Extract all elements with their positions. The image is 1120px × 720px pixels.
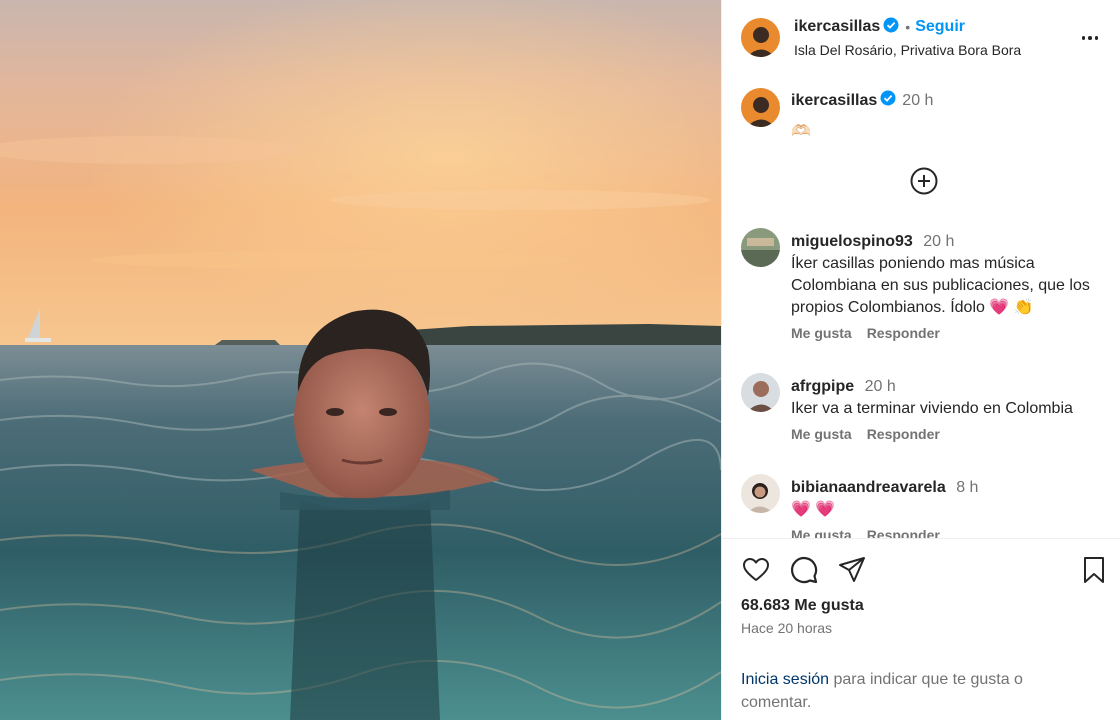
author-username[interactable]: ikercasillas <box>794 18 880 36</box>
caption-text: 🫶🏻 <box>791 123 811 140</box>
comment-time: 20 h <box>864 378 896 395</box>
comment-like-button[interactable]: Me gusta <box>791 527 852 538</box>
comment-time: 20 h <box>923 233 955 250</box>
post-location[interactable]: Isla Del Rosário, Privativa Bora Bora <box>794 42 1021 58</box>
comment-item: miguelospino93 20 h Íker casillas ponien… <box>741 228 1111 341</box>
likes-count[interactable]: 68.683 Me gusta <box>741 597 864 615</box>
instagram-post-view: ikercasillas • Seguir Isla Del Rosário, … <box>0 0 1120 720</box>
send-icon[interactable] <box>837 555 867 590</box>
follow-button[interactable]: Seguir <box>915 18 965 36</box>
login-link[interactable]: Inicia sesión <box>741 671 829 688</box>
comment-time: 8 h <box>956 479 979 496</box>
comment-reply-button[interactable]: Responder <box>867 426 940 442</box>
caption-author-avatar[interactable] <box>741 88 780 127</box>
comment-like-button[interactable]: Me gusta <box>791 426 852 442</box>
post-timestamp: Hace 20 horas <box>741 620 833 636</box>
comment-text: Iker va a terminar viviendo en Colombia <box>791 400 1073 417</box>
separator-dot: • <box>905 19 911 35</box>
post-side-panel: ikercasillas • Seguir Isla Del Rosário, … <box>721 0 1120 720</box>
comment-reply-button[interactable]: Responder <box>867 325 940 341</box>
comment-username[interactable]: miguelospino93 <box>791 233 913 250</box>
post-image <box>0 0 721 720</box>
caption-author-username[interactable]: ikercasillas <box>791 92 877 110</box>
commenter-avatar[interactable] <box>741 228 780 267</box>
post-action-bar <box>741 555 1109 585</box>
commenter-avatar[interactable] <box>741 373 780 412</box>
commenter-avatar[interactable] <box>741 474 780 513</box>
caption-time: 20 h <box>902 91 934 109</box>
verified-badge-icon <box>883 17 899 38</box>
section-divider <box>722 538 1120 539</box>
plus-circle-icon[interactable] <box>909 166 939 196</box>
comment-icon[interactable] <box>789 555 819 590</box>
comment-item: bibianaandreavarela 8 h 💗 💗 Me gusta Res… <box>741 474 1111 538</box>
login-prompt: Inicia sesión para indicar que te gusta … <box>741 668 1081 714</box>
post-photo[interactable] <box>0 0 721 720</box>
bookmark-icon[interactable] <box>1079 555 1109 590</box>
comment-like-button[interactable]: Me gusta <box>791 325 852 341</box>
comment-username[interactable]: afrgpipe <box>791 378 854 395</box>
comment-text: Íker casillas poniendo mas música Colomb… <box>791 255 1090 316</box>
verified-badge-icon <box>880 90 896 111</box>
post-header: ikercasillas • Seguir Isla Del Rosário, … <box>741 16 1120 58</box>
heart-icon[interactable] <box>741 555 771 590</box>
comment-item: afrgpipe 20 h Iker va a terminar viviend… <box>741 373 1111 442</box>
author-avatar[interactable] <box>741 17 780 57</box>
comment-username[interactable]: bibianaandreavarela <box>791 479 946 496</box>
comment-text: 💗 💗 <box>791 501 836 518</box>
post-caption: ikercasillas 20 h 🫶🏻 <box>741 88 933 141</box>
more-options-icon[interactable] <box>1078 26 1102 50</box>
comments-list[interactable]: miguelospino93 20 h Íker casillas ponien… <box>722 220 1120 538</box>
comment-reply-button[interactable]: Responder <box>867 527 940 538</box>
